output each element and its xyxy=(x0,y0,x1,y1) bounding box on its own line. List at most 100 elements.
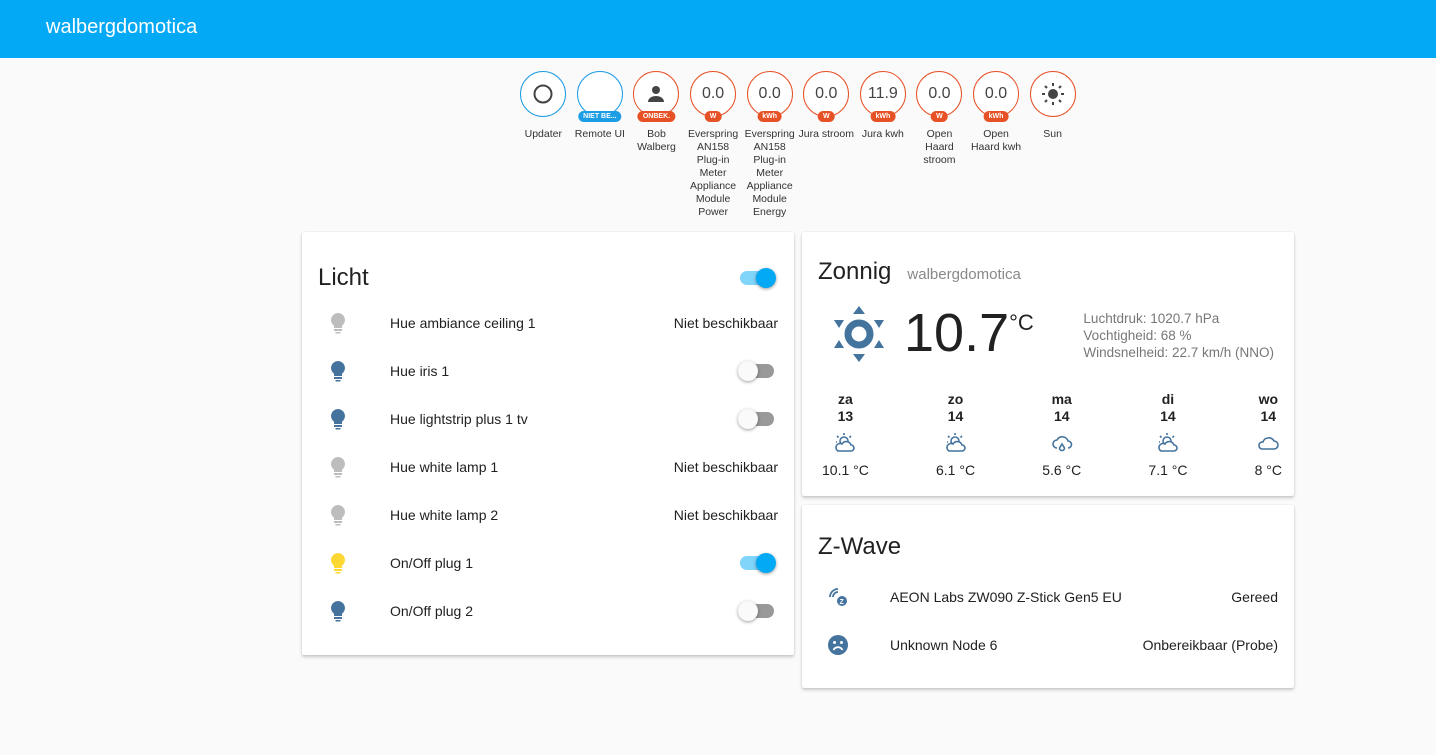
node-name[interactable]: AEON Labs ZW090 Z-Stick Gen5 EU xyxy=(890,589,1231,605)
badge-value: 0.0 xyxy=(928,85,951,102)
badge-label: Updater xyxy=(524,128,562,140)
badge-value: 0.0 xyxy=(758,85,781,102)
badge-unit: kWh xyxy=(983,111,1009,122)
forecast-day: wo 14 8 °C xyxy=(1255,391,1282,478)
badge-circle[interactable]: 0.0 kWh xyxy=(746,71,793,122)
light-name[interactable]: On/Off plug 1 xyxy=(390,555,740,571)
light-state: Niet beschikbaar xyxy=(673,507,778,523)
forecast-weekday: wo xyxy=(1258,391,1279,407)
pressure: Luchtdruk: 1020.7 hPa xyxy=(1083,311,1220,326)
light-name[interactable]: Hue white lamp 2 xyxy=(390,507,674,523)
badge-value: 0.0 xyxy=(701,85,725,102)
forecast-day: za 13 10.1 °C xyxy=(822,391,869,478)
state-badge[interactable]: 0.0 W Everspring AN158 Plug-in Meter Appli… xyxy=(685,71,742,219)
badge-label: Open Haard kwh xyxy=(970,128,1022,153)
badge-circle[interactable]: 11.9 kWh xyxy=(859,71,906,122)
badge-value: 0.0 xyxy=(815,85,838,102)
humidity: Vochtigheid: 68 % xyxy=(1083,328,1192,343)
node-name[interactable]: Unknown Node 6 xyxy=(890,637,1143,653)
partly-cloudy-icon xyxy=(936,431,975,458)
badge-circle[interactable]: 0.0 W xyxy=(916,71,963,122)
badge-label: Open Haard stroom xyxy=(923,128,956,166)
state-badge[interactable]: 0.0 W Jura stroom xyxy=(798,71,855,219)
badge-circle[interactable] xyxy=(1029,71,1076,117)
lightbulb-icon[interactable] xyxy=(318,360,358,382)
partly-cloudy-icon xyxy=(1148,431,1187,458)
light-toggle[interactable] xyxy=(738,409,774,429)
badge-unit: W xyxy=(931,111,948,122)
light-toggle[interactable] xyxy=(738,361,774,381)
light-state: Niet beschikbaar xyxy=(673,459,778,475)
lightbulb-icon[interactable] xyxy=(318,600,358,622)
zwave-node-row[interactable]: Z AEON Labs ZW090 Z-Stick Gen5 EU Gereed xyxy=(802,573,1294,621)
node-state: Onbereikbaar (Probe) xyxy=(1142,637,1278,653)
state-badge[interactable]: 0.0 kWh Open Haard kwh xyxy=(968,71,1025,219)
badge-circle[interactable]: NIET BE... xyxy=(576,71,623,122)
app-header: walbergdomotica xyxy=(0,0,1436,58)
person-icon xyxy=(646,84,666,104)
forecast-weekday: zo xyxy=(947,391,964,407)
forecast-date: 14 xyxy=(1160,408,1176,424)
svg-text:Z: Z xyxy=(840,599,845,606)
lightbulb-icon[interactable] xyxy=(318,504,358,526)
forecast-temp: 5.6 °C xyxy=(1042,462,1082,478)
badge-unit: kWh xyxy=(870,111,896,122)
badge-circle[interactable] xyxy=(520,71,567,117)
light-name[interactable]: Hue iris 1 xyxy=(390,363,740,379)
light-row: Hue white lamp 2 Niet beschikbaar xyxy=(302,491,794,539)
forecast-date: 14 xyxy=(1053,408,1070,424)
badge-circle[interactable]: 0.0 W xyxy=(803,71,850,122)
master-toggle[interactable] xyxy=(740,268,776,288)
node-state: Gereed xyxy=(1231,589,1278,605)
badge-circle[interactable]: ONBEK. xyxy=(633,71,680,122)
badge-unit: kWh xyxy=(757,111,783,122)
lightbulb-icon[interactable] xyxy=(318,408,358,430)
badge-label: Everspring AN158 Plug-in Meter Appliance… xyxy=(687,128,739,218)
lightbulb-icon[interactable] xyxy=(318,312,358,334)
zwave-card: Z-Wave Z AEON Labs ZW090 Z-Stick Gen5 EU G… xyxy=(802,505,1294,688)
badge-label: Jura stroom xyxy=(798,128,854,140)
forecast-weekday: di xyxy=(1161,391,1175,407)
rain-icon xyxy=(1042,431,1081,458)
state-badge[interactable]: 0.0 kWh Everspring AN158 Plug-in Meter App… xyxy=(741,71,798,219)
app-title: walbergdomotica xyxy=(46,16,198,38)
badge-label: Bob Walberg xyxy=(637,128,676,153)
light-row: On/Off plug 1 xyxy=(302,539,794,587)
zwave-icon: Z xyxy=(818,586,858,608)
badge-value: 11.9 xyxy=(867,85,898,102)
lightbulb-icon[interactable] xyxy=(318,456,358,478)
light-name[interactable]: Hue ambiance ceiling 1 xyxy=(390,315,674,331)
state-badge[interactable]: Sun xyxy=(1024,71,1081,219)
light-name[interactable]: Hue white lamp 1 xyxy=(390,459,674,475)
zwave-node-row[interactable]: Unknown Node 6 Onbereikbaar (Probe) xyxy=(802,621,1294,669)
lightbulb-icon[interactable] xyxy=(318,552,358,574)
light-toggle[interactable] xyxy=(738,601,774,621)
state-badge[interactable]: NIET BE... Remote UI xyxy=(572,71,629,219)
forecast-temp: 6.1 °C xyxy=(936,462,976,478)
light-toggle[interactable] xyxy=(740,553,776,573)
forecast-weekday: ma xyxy=(1051,391,1072,407)
light-name[interactable]: On/Off plug 2 xyxy=(390,603,740,619)
state-badge[interactable]: Updater xyxy=(515,71,572,219)
light-row: Hue white lamp 1 Niet beschikbaar xyxy=(302,443,794,491)
badge-circle[interactable]: 0.0 kWh xyxy=(973,71,1020,122)
state-badge[interactable]: 0.0 W Open Haard stroom xyxy=(911,71,968,219)
light-row: Hue iris 1 xyxy=(302,347,794,395)
licht-card: Licht Hue ambiance ceiling 1 Niet beschik… xyxy=(302,232,794,655)
forecast-date: 13 xyxy=(837,408,854,424)
sunny-icon xyxy=(832,304,886,369)
state-badge[interactable]: 11.9 kWh Jura kwh xyxy=(855,71,912,219)
light-name[interactable]: Hue lightstrip plus 1 tv xyxy=(390,411,740,427)
light-state: Niet beschikbaar xyxy=(673,315,778,331)
forecast-date: 14 xyxy=(1260,408,1277,424)
badge-label: Jura kwh xyxy=(861,128,904,140)
weather-condition: Zonnig xyxy=(818,258,892,285)
temperature-unit: °C xyxy=(1009,310,1034,335)
badge-circle[interactable]: 0.0 W xyxy=(690,71,737,122)
badge-label: Remote UI xyxy=(574,128,625,140)
light-row: Hue lightstrip plus 1 tv xyxy=(302,395,794,443)
forecast-day: zo 14 6.1 °C xyxy=(936,391,975,478)
state-badge[interactable]: ONBEK. Bob Walberg xyxy=(628,71,685,219)
forecast-weekday: za xyxy=(838,391,853,407)
forecast-day: ma 14 5.6 °C xyxy=(1042,391,1081,478)
